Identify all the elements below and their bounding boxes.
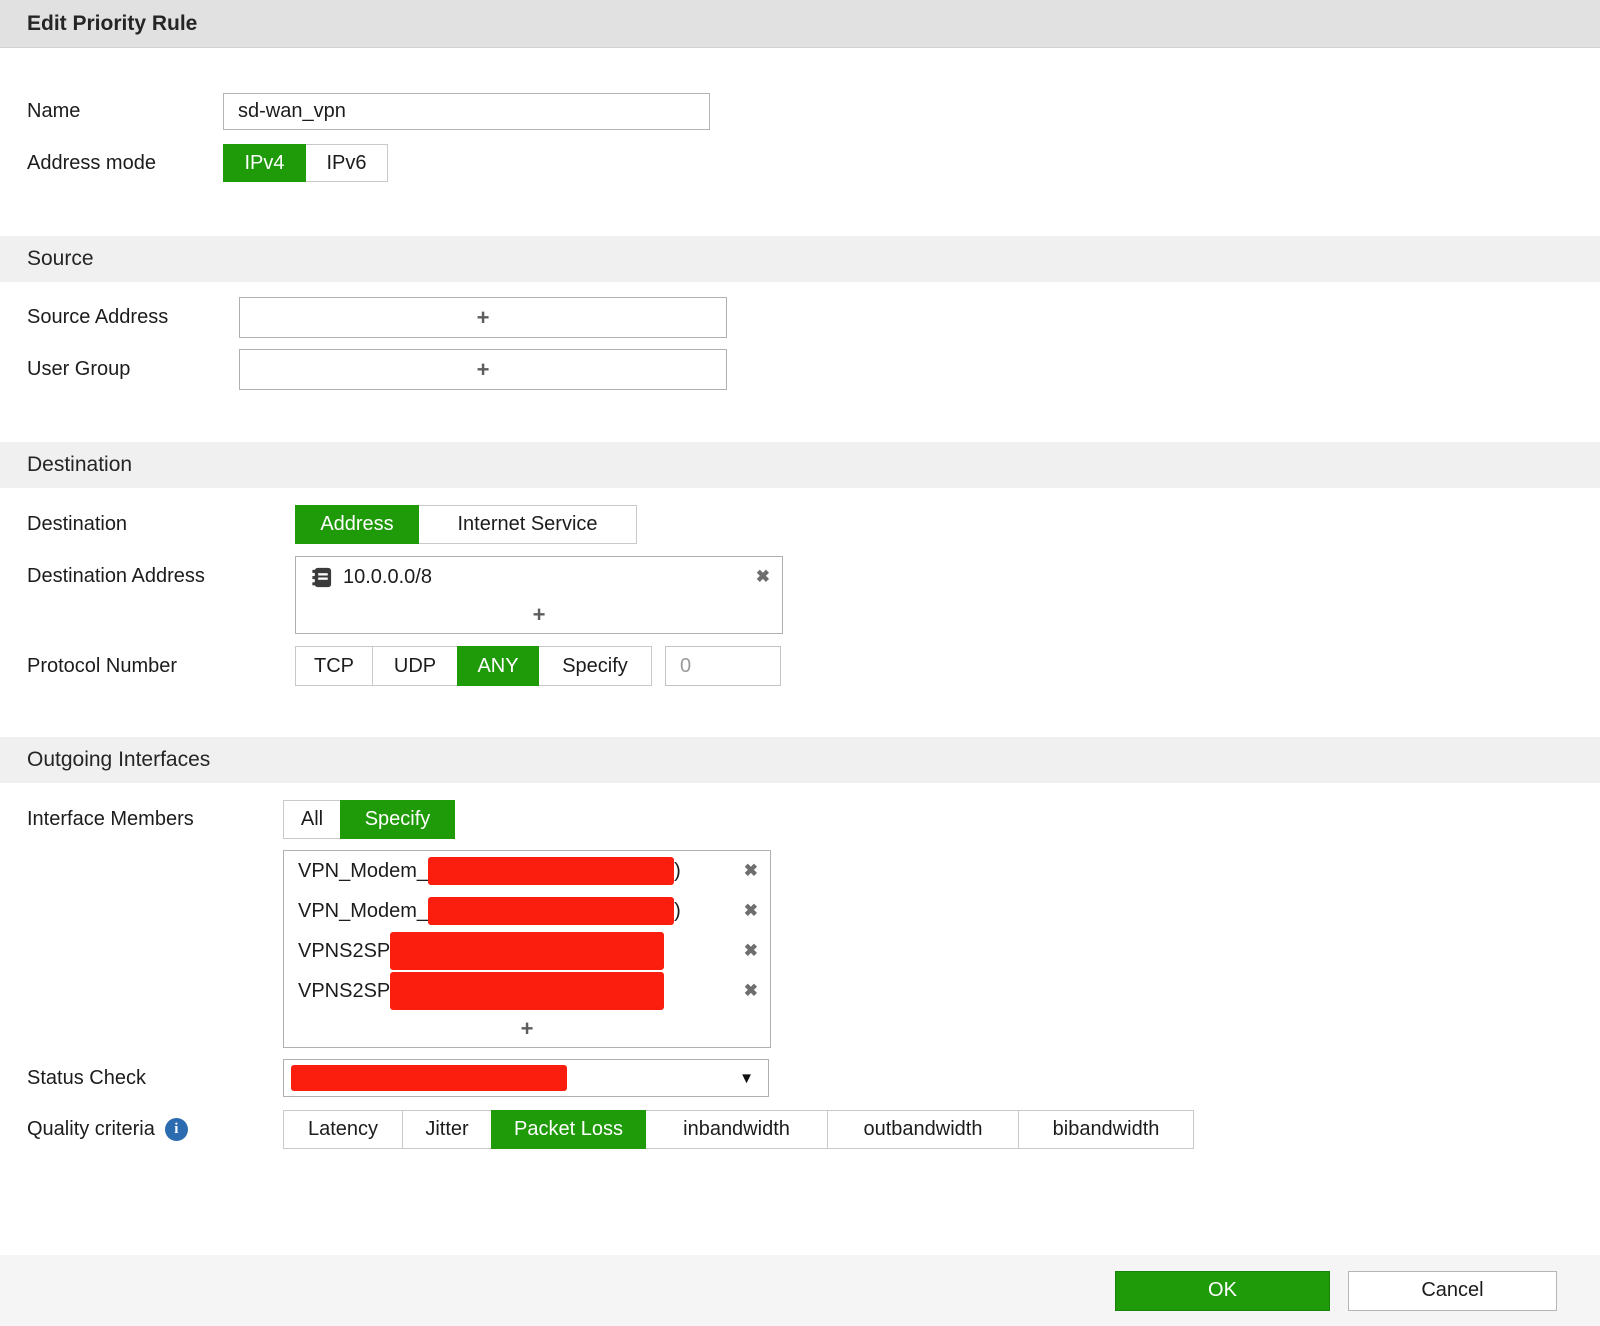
destination-address-value: 10.0.0.0/8 xyxy=(343,565,432,588)
redacted-value xyxy=(428,857,675,885)
remove-member-icon[interactable]: ✖ xyxy=(744,901,758,921)
redacted-value xyxy=(291,1065,567,1091)
cancel-button[interactable]: Cancel xyxy=(1348,1270,1557,1311)
plus-icon: + xyxy=(476,304,490,330)
caret-down-icon: ▼ xyxy=(739,1069,754,1087)
outgoing-interfaces-section-heading: Outgoing Interfaces xyxy=(0,737,1600,783)
dialog-footer: OK Cancel xyxy=(0,1255,1600,1326)
destination-toggle: Address Internet Service xyxy=(295,505,637,544)
source-address-add-button[interactable]: + xyxy=(239,297,727,338)
destination-address-row: Destination Address 10.0.0.0/8 ✖ + xyxy=(27,556,1600,634)
source-address-label: Source Address xyxy=(27,306,169,328)
address-mode-ipv6[interactable]: IPv6 xyxy=(305,144,388,182)
protocol-option-tcp[interactable]: TCP xyxy=(295,646,373,686)
interface-members-option-all[interactable]: All xyxy=(283,800,341,839)
destination-option-internet-service[interactable]: Internet Service xyxy=(418,505,637,544)
name-row: Name xyxy=(27,93,1600,130)
info-icon[interactable]: i xyxy=(164,1118,188,1141)
quality-criteria-row: Quality criteria i Latency Jitter Packet… xyxy=(27,1110,1600,1149)
ok-button[interactable]: OK xyxy=(1115,1270,1330,1311)
quality-option-inbandwidth[interactable]: inbandwidth xyxy=(645,1110,828,1149)
remove-member-icon[interactable]: ✖ xyxy=(744,941,758,961)
edit-priority-rule-dialog: Edit Priority Rule Name Address mode IPv… xyxy=(0,0,1600,1326)
interface-member-label: VPNS2SP xyxy=(298,939,391,962)
destination-address-box: 10.0.0.0/8 ✖ + xyxy=(295,556,783,634)
interface-members-list-row: VPN_Modem_ ) ✖ VPN_Modem_ ) ✖ VPNS2SP ✖ … xyxy=(27,850,1600,1048)
destination-address-label: Destination Address xyxy=(27,565,205,587)
interface-members-option-specify[interactable]: Specify xyxy=(340,800,455,839)
name-input[interactable] xyxy=(223,93,710,130)
interface-member-label: VPNS2SP xyxy=(298,979,391,1002)
address-mode-ipv4[interactable]: IPv4 xyxy=(223,144,306,182)
address-object-icon xyxy=(310,566,333,589)
quality-option-jitter[interactable]: Jitter xyxy=(402,1110,492,1149)
protocol-number-row: Protocol Number TCP UDP ANY Specify xyxy=(27,646,1600,686)
quality-option-outbandwidth[interactable]: outbandwidth xyxy=(827,1110,1019,1149)
add-destination-address-button[interactable]: + xyxy=(296,597,782,633)
user-group-add-button[interactable]: + xyxy=(239,349,727,390)
quality-option-bibandwidth[interactable]: bibandwidth xyxy=(1018,1110,1194,1149)
interface-members-toggle: All Specify xyxy=(283,800,455,839)
status-check-dropdown[interactable]: ▼ xyxy=(283,1059,769,1097)
protocol-option-udp[interactable]: UDP xyxy=(372,646,458,686)
source-address-row: Source Address + xyxy=(27,297,1600,338)
redacted-value xyxy=(390,972,665,1010)
destination-option-address[interactable]: Address xyxy=(295,505,419,544)
interface-member-suffix: ) xyxy=(674,899,681,922)
name-label: Name xyxy=(27,100,81,122)
interface-member-row: VPNS2SP ✖ xyxy=(284,971,770,1011)
interface-members-row: Interface Members All Specify xyxy=(27,800,1600,839)
quality-option-packet-loss[interactable]: Packet Loss xyxy=(491,1110,646,1149)
quality-criteria-toggle: Latency Jitter Packet Loss inbandwidth o… xyxy=(283,1110,1194,1149)
interface-member-label: VPN_Modem_ xyxy=(298,899,429,922)
interface-members-box: VPN_Modem_ ) ✖ VPN_Modem_ ) ✖ VPNS2SP ✖ … xyxy=(283,850,771,1048)
address-mode-label: Address mode xyxy=(27,151,156,174)
destination-address-entry: 10.0.0.0/8 ✖ xyxy=(296,557,782,597)
quality-criteria-label-wrap: Quality criteria i xyxy=(27,1118,283,1141)
interface-members-label: Interface Members xyxy=(27,808,194,830)
protocol-option-any[interactable]: ANY xyxy=(457,646,539,686)
interface-member-row: VPNS2SP ✖ xyxy=(284,931,770,971)
interface-member-label: VPN_Modem_ xyxy=(298,859,429,882)
interface-member-row: VPN_Modem_ ) ✖ xyxy=(284,851,770,891)
user-group-row: User Group + xyxy=(27,349,1600,390)
protocol-option-specify[interactable]: Specify xyxy=(538,646,652,686)
destination-section-heading: Destination xyxy=(0,442,1600,488)
protocol-number-input xyxy=(665,646,781,686)
address-mode-row: Address mode IPv4 IPv6 xyxy=(27,144,1600,182)
user-group-label: User Group xyxy=(27,358,131,380)
plus-icon: + xyxy=(520,1016,534,1041)
status-check-row: Status Check ▼ xyxy=(27,1059,1600,1097)
add-interface-member-button[interactable]: + xyxy=(284,1011,770,1047)
remove-destination-address-icon[interactable]: ✖ xyxy=(756,567,770,587)
destination-label: Destination xyxy=(27,513,128,535)
status-check-label: Status Check xyxy=(27,1066,146,1089)
plus-icon: + xyxy=(476,356,490,382)
destination-toggle-row: Destination Address Internet Service xyxy=(27,505,1600,544)
protocol-number-label: Protocol Number xyxy=(27,654,178,677)
quality-criteria-label: Quality criteria xyxy=(27,1118,155,1140)
protocol-number-toggle: TCP UDP ANY Specify xyxy=(295,646,652,686)
source-section-heading: Source xyxy=(0,236,1600,282)
remove-member-icon[interactable]: ✖ xyxy=(744,981,758,1001)
remove-member-icon[interactable]: ✖ xyxy=(744,861,758,881)
address-mode-toggle: IPv4 IPv6 xyxy=(223,144,388,182)
redacted-value xyxy=(390,932,665,970)
redacted-value xyxy=(428,897,675,925)
plus-icon: + xyxy=(532,602,546,627)
interface-member-suffix: ) xyxy=(674,859,681,882)
quality-option-latency[interactable]: Latency xyxy=(283,1110,403,1149)
dialog-title: Edit Priority Rule xyxy=(0,0,1600,48)
interface-member-row: VPN_Modem_ ) ✖ xyxy=(284,891,770,931)
